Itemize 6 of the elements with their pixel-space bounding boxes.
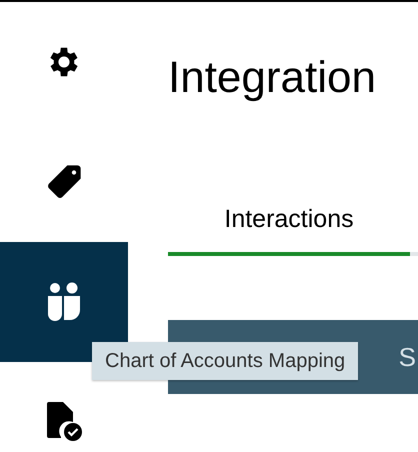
tab[interactable]: Interactions <box>168 192 410 256</box>
page-title: Integration <box>168 52 377 104</box>
panel-text: S <box>398 340 416 374</box>
tooltip: Chart of Accounts Mapping <box>92 342 358 380</box>
people-icon <box>45 282 83 322</box>
document-check-icon <box>45 402 83 442</box>
